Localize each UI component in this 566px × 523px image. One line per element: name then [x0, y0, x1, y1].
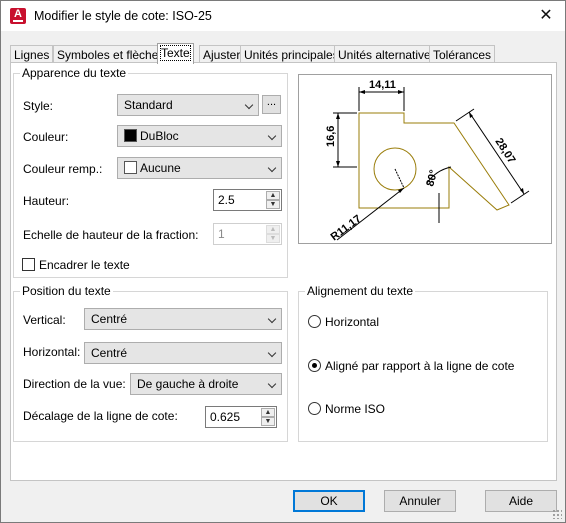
chevron-down-icon: [267, 131, 277, 141]
tab-lignes[interactable]: Lignes: [10, 45, 54, 63]
tab-texte[interactable]: Texte: [157, 43, 194, 64]
fill-swatch: [124, 161, 137, 174]
tab-unites-alternatives[interactable]: Unités alternatives: [334, 45, 441, 63]
part-outline: [358, 112, 510, 211]
preview-dim-angle: 80°: [424, 169, 440, 188]
ok-button[interactable]: OK: [293, 490, 365, 512]
style-value: Standard: [124, 98, 173, 112]
spin-up-icon[interactable]: ▲: [266, 191, 280, 200]
offset-value: 0.625: [210, 410, 241, 424]
preview-dim-left: 16,6: [325, 126, 337, 147]
tab-tolerances[interactable]: Tolérances: [429, 45, 496, 63]
tab-unites-principales[interactable]: Unités principales: [240, 45, 343, 63]
style-browse-button[interactable]: ...: [262, 95, 281, 114]
chevron-down-icon: [267, 314, 277, 324]
vertical-dropdown[interactable]: Centré: [84, 308, 282, 330]
fill-color-dropdown[interactable]: Aucune: [117, 157, 282, 179]
fill-color-value: Aucune: [140, 161, 181, 175]
resize-grip-icon[interactable]: [552, 509, 562, 519]
color-value: DuBloc: [140, 129, 179, 143]
preview-dim-radius: R11,17: [329, 213, 364, 243]
tab-symboles-fleches[interactable]: Symboles et flèches: [53, 45, 169, 63]
horizontal-dropdown[interactable]: Centré: [84, 342, 282, 364]
fraction-scale-label: Echelle de hauteur de la fraction:: [23, 228, 199, 242]
offset-label: Décalage de la ligne de cote:: [23, 409, 178, 423]
align-horizontal-label: Horizontal: [325, 315, 380, 329]
group-title: Apparence du texte: [20, 66, 129, 80]
fill-color-label: Couleur remp.:: [23, 162, 103, 176]
group-title: Alignement du texte: [305, 284, 416, 298]
vertical-value: Centré: [91, 312, 128, 326]
texte-tab-panel: Apparence du texte Style: Standard ... C…: [10, 62, 557, 481]
title-bar: A Modifier le style de cote: ISO-25 ✕: [1, 1, 565, 31]
frame-text-label: Encadrer le texte: [39, 258, 130, 272]
offset-spinner[interactable]: 0.625 ▲ ▼: [205, 406, 277, 428]
horizontal-value: Centré: [91, 346, 128, 360]
autocad-app-icon: A: [10, 8, 26, 24]
fraction-scale-value: 1: [218, 227, 225, 241]
height-spinner[interactable]: 2.5 ▲ ▼: [213, 189, 282, 211]
window-title: Modifier le style de cote: ISO-25: [34, 9, 212, 23]
chevron-down-icon: [244, 100, 254, 110]
align-iso-radio[interactable]: [308, 402, 321, 415]
help-button[interactable]: Aide: [485, 490, 557, 512]
view-direction-dropdown[interactable]: De gauche à droite: [130, 373, 282, 395]
dimension-preview: 14,11 16,6 28,07 80° R11,17: [298, 74, 552, 244]
dialog-window: A Modifier le style de cote: ISO-25 ✕ Li…: [0, 0, 566, 523]
style-label: Style:: [23, 99, 54, 113]
text-position-group: Position du texte Vertical: Centré Horiz…: [13, 284, 288, 442]
align-dimension-line-label: Aligné par rapport à la ligne de cote: [325, 359, 515, 373]
color-dropdown[interactable]: DuBloc: [117, 125, 282, 147]
align-horizontal-radio[interactable]: [308, 315, 321, 328]
text-appearance-group: Apparence du texte Style: Standard ... C…: [13, 66, 288, 278]
align-dimension-line-radio[interactable]: [308, 359, 321, 372]
preview-dim-top: 14,11: [369, 79, 396, 91]
chevron-down-icon: [267, 379, 277, 389]
horizontal-label: Horizontal:: [23, 345, 81, 359]
view-direction-label: Direction de la vue:: [23, 377, 126, 391]
height-label: Hauteur:: [23, 194, 70, 208]
chevron-down-icon: [267, 163, 277, 173]
preview-dim-right: 28,07: [492, 136, 517, 166]
color-label: Couleur:: [23, 130, 69, 144]
height-value: 2.5: [218, 193, 235, 207]
frame-text-checkbox[interactable]: [22, 258, 35, 271]
spin-down-icon[interactable]: ▼: [266, 200, 280, 209]
spin-down-icon[interactable]: ▼: [266, 234, 280, 243]
preview-drawing: 14,11 16,6 28,07 80° R11,17: [325, 79, 530, 243]
align-iso-label: Norme ISO: [325, 402, 386, 416]
cancel-button[interactable]: Annuler: [384, 490, 456, 512]
color-swatch: [124, 129, 137, 142]
close-button[interactable]: ✕: [531, 3, 561, 29]
spin-down-icon[interactable]: ▼: [261, 417, 275, 426]
view-direction-value: De gauche à droite: [137, 377, 239, 391]
tab-ajuster[interactable]: Ajuster: [199, 45, 245, 63]
spin-up-icon[interactable]: ▲: [261, 408, 275, 417]
vertical-label: Vertical:: [23, 313, 66, 327]
fraction-scale-spinner[interactable]: 1 ▲ ▼: [213, 223, 282, 245]
group-title: Position du texte: [20, 284, 113, 298]
text-alignment-group: Alignement du texte Horizontal Aligné pa…: [298, 284, 548, 442]
chevron-down-icon: [267, 348, 277, 358]
style-dropdown[interactable]: Standard: [117, 94, 259, 116]
spin-up-icon[interactable]: ▲: [266, 225, 280, 234]
